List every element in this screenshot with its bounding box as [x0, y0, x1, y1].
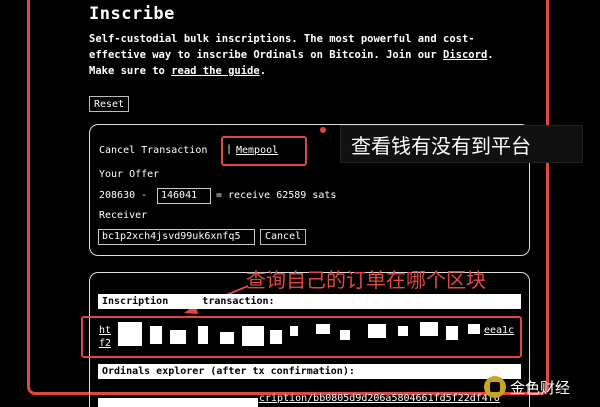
redaction-block: [170, 330, 186, 344]
ordinals-explorer-label: Ordinals explorer (after tx confirmation…: [98, 364, 521, 379]
mempool-callout: 查看钱有没有到平台: [340, 125, 583, 163]
redaction-block: [150, 326, 162, 344]
receiver-label: Receiver: [99, 210, 148, 221]
redaction-block: [198, 326, 208, 344]
order-callout: 查询自己的订单在哪个区块: [246, 268, 486, 292]
redaction-block: [468, 324, 480, 334]
redaction-block: [242, 326, 264, 346]
ordinals-link-redaction: [98, 398, 258, 407]
guide-link[interactable]: read the guide: [171, 65, 260, 77]
redaction-block: [446, 326, 458, 340]
watermark-logo-icon: [484, 376, 506, 398]
your-offer-label: Your Offer: [99, 169, 160, 180]
cancel-button[interactable]: Cancel: [260, 229, 307, 245]
redaction-block: [340, 330, 350, 340]
intro-suffix: .: [259, 65, 267, 77]
receiver-input[interactable]: bc1p2xch4jsvd99uk6xnfq5: [98, 229, 255, 245]
watermark: 金色财经: [484, 376, 570, 398]
inscription-tx-label: Inscription transaction:: [98, 294, 521, 309]
discord-link[interactable]: Discord: [443, 49, 487, 61]
mempool-highlight-box: [221, 136, 307, 166]
redaction-block: [368, 324, 386, 338]
intro-text: Self-custodial bulk inscriptions. The mo…: [89, 31, 519, 79]
offer-result: = receive 62589 sats: [216, 190, 337, 201]
redaction-block: [316, 324, 330, 334]
cancel-transaction-label: Cancel Transaction: [99, 145, 208, 156]
redaction-block: [118, 322, 142, 346]
offer-prefix: 208630 -: [99, 190, 148, 201]
intro-prefix: Self-custodial bulk inscriptions. The mo…: [89, 33, 475, 61]
inscription-label-right: transaction:: [202, 296, 275, 307]
annotation-dot: [320, 127, 326, 133]
tx-link-start[interactable]: ht: [99, 325, 111, 336]
ordinals-explorer-link[interactable]: cription/bb0805d9d206a5804661fd5f22df4f6: [259, 393, 500, 404]
inscription-label-left: Inscription: [102, 296, 169, 307]
redaction-block: [420, 322, 438, 336]
page-title: Inscribe: [89, 4, 175, 24]
tx-link-end[interactable]: eea1c: [484, 325, 514, 336]
offer-input[interactable]: 146041: [157, 188, 211, 204]
redaction-block: [290, 326, 298, 336]
redaction-block: [398, 326, 408, 336]
redaction-block: [270, 330, 282, 344]
redaction-block: [220, 332, 234, 344]
tx-link-line2[interactable]: f2: [99, 338, 111, 349]
watermark-text: 金色财经: [510, 378, 571, 397]
reset-button[interactable]: Reset: [89, 96, 129, 112]
